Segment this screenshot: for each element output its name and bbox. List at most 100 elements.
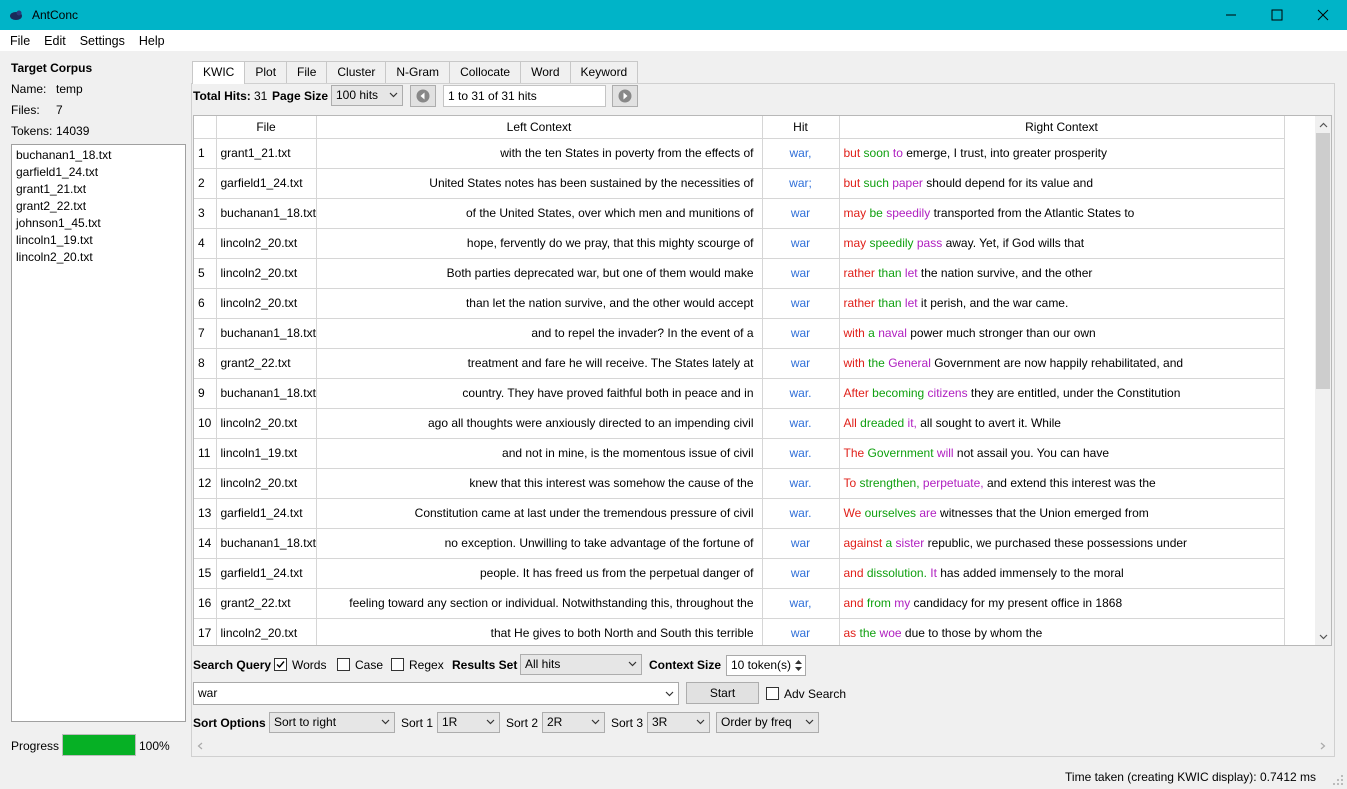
- tab-ngram[interactable]: N-Gram: [385, 61, 451, 83]
- context-size-spinner[interactable]: 10 token(s): [726, 655, 806, 676]
- next-page-button[interactable]: [612, 85, 638, 107]
- file-list-item[interactable]: lincoln2_20.txt: [16, 249, 181, 266]
- page-size-select[interactable]: 100 hits: [331, 85, 403, 106]
- right-context-token: strengthen,: [856, 476, 920, 490]
- adv-search-checkbox[interactable]: [766, 687, 779, 700]
- right-context-cell: with the General Government are now happ…: [839, 348, 1285, 379]
- file-list-item[interactable]: grant2_22.txt: [16, 198, 181, 215]
- table-row[interactable]: 8 grant2_22.txt treatment and fare he will…: [194, 348, 1285, 379]
- hit-range-field[interactable]: 1 to 31 of 31 hits: [443, 85, 606, 107]
- file-list-item[interactable]: buchanan1_18.txt: [16, 147, 181, 164]
- menu-file[interactable]: File: [0, 34, 37, 48]
- results-set-select[interactable]: All hits: [520, 654, 642, 675]
- search-query-input[interactable]: war: [193, 682, 679, 705]
- vertical-scrollbar[interactable]: [1315, 116, 1331, 645]
- right-context-token: emerge, I trust, into greater prosperity: [902, 146, 1107, 160]
- close-button[interactable]: [1300, 0, 1346, 30]
- file-list-item[interactable]: garfield1_24.txt: [16, 164, 181, 181]
- menu-edit[interactable]: Edit: [37, 34, 73, 48]
- start-button[interactable]: Start: [686, 682, 759, 704]
- window-title: AntConc: [32, 8, 79, 22]
- progress-fill: [63, 735, 135, 755]
- right-context-token: away. Yet, if God wills that: [942, 236, 1085, 250]
- row-number-cell: 10: [194, 408, 217, 439]
- table-row[interactable]: 15 garfield1_24.txt people. It has freed u…: [194, 558, 1285, 589]
- table-row[interactable]: 9 buchanan1_18.txt country. They have prov…: [194, 378, 1285, 409]
- table-row[interactable]: 11 lincoln1_19.txt and not in mine, is the…: [194, 438, 1285, 469]
- file-list-item[interactable]: lincoln1_19.txt: [16, 232, 181, 249]
- file-cell: lincoln2_20.txt: [216, 258, 317, 289]
- chevron-right-icon[interactable]: [1320, 742, 1326, 750]
- column-header-left-context[interactable]: Left Context: [316, 116, 763, 139]
- left-context-cell: of the United States, over which men and…: [316, 198, 763, 229]
- corpus-file-list[interactable]: buchanan1_18.txt garfield1_24.txt grant1…: [11, 144, 186, 722]
- scroll-thumb[interactable]: [1316, 133, 1330, 389]
- column-header-file[interactable]: File: [216, 116, 317, 139]
- right-context-token: Government: [864, 446, 934, 460]
- sort1-select[interactable]: 1R: [437, 712, 500, 733]
- regex-checkbox[interactable]: [391, 658, 404, 671]
- right-context-token: let: [901, 266, 918, 280]
- table-row[interactable]: 5 lincoln2_20.txt Both parties deprecated …: [194, 258, 1285, 289]
- table-row[interactable]: 6 lincoln2_20.txt than let the nation surv…: [194, 288, 1285, 319]
- table-row[interactable]: 13 garfield1_24.txt Constitution came at l…: [194, 498, 1285, 529]
- table-row[interactable]: 14 buchanan1_18.txt no exception. Unwillin…: [194, 528, 1285, 559]
- tab-kwic[interactable]: KWIC: [192, 61, 246, 84]
- right-context-token: should depend for its value and: [922, 176, 1094, 190]
- row-number-cell: 1: [194, 138, 217, 169]
- order-select[interactable]: Order by freq: [716, 712, 819, 733]
- tab-word[interactable]: Word: [520, 61, 571, 83]
- sort-mode-select[interactable]: Sort to right: [269, 712, 395, 733]
- minimize-button[interactable]: [1208, 0, 1254, 30]
- right-context-token: and: [843, 596, 864, 610]
- chevron-left-icon[interactable]: [197, 742, 203, 750]
- tab-collocate[interactable]: Collocate: [449, 61, 522, 83]
- status-bar: Time taken (creating KWIC display): 0.74…: [0, 766, 1347, 789]
- tab-file[interactable]: File: [286, 61, 328, 83]
- table-row[interactable]: 10 lincoln2_20.txt ago all thoughts were a…: [194, 408, 1285, 439]
- sort-mode-value: Sort to right: [274, 715, 337, 729]
- horizontal-scrollbar[interactable]: [193, 737, 1332, 754]
- prev-page-button[interactable]: [410, 85, 436, 107]
- chevron-down-icon: [1319, 634, 1327, 639]
- table-row[interactable]: 12 lincoln2_20.txt knew that this interest…: [194, 468, 1285, 499]
- resize-grip-icon[interactable]: [1332, 774, 1344, 786]
- menu-settings[interactable]: Settings: [73, 34, 132, 48]
- hit-cell: war.: [762, 378, 840, 409]
- tab-plot[interactable]: Plot: [244, 61, 288, 83]
- tab-keyword[interactable]: Keyword: [569, 61, 639, 83]
- table-row[interactable]: 3 buchanan1_18.txt of the United States, o…: [194, 198, 1285, 229]
- file-list-item[interactable]: johnson1_45.txt: [16, 215, 181, 232]
- right-context-token: witnesses that the Union emerged from: [936, 506, 1149, 520]
- words-checkbox[interactable]: [274, 658, 287, 671]
- sort3-select[interactable]: 3R: [647, 712, 710, 733]
- right-context-token: as: [843, 626, 857, 640]
- file-list-item[interactable]: grant1_21.txt: [16, 181, 181, 198]
- table-row[interactable]: 16 grant2_22.txt feeling toward any sectio…: [194, 588, 1285, 619]
- column-header-right-context[interactable]: Right Context: [839, 116, 1285, 139]
- table-row[interactable]: 17 lincoln2_20.txt that He gives to both N…: [194, 618, 1285, 645]
- corpus-title: Target Corpus: [11, 61, 93, 75]
- scroll-up-button[interactable]: [1315, 116, 1331, 133]
- table-row[interactable]: 2 garfield1_24.txt United States notes has…: [194, 168, 1285, 199]
- table-row[interactable]: 7 buchanan1_18.txt and to repel the invade…: [194, 318, 1285, 349]
- kwic-results-table[interactable]: File Left Context Hit Right Context 1 gra…: [193, 115, 1332, 646]
- hit-cell: war,: [762, 138, 840, 169]
- spinner-arrows-icon[interactable]: [794, 658, 803, 673]
- context-size-label: Context Size: [649, 658, 722, 672]
- table-row[interactable]: 4 lincoln2_20.txt hope, fervently do we pr…: [194, 228, 1285, 259]
- tab-cluster[interactable]: Cluster: [326, 61, 387, 83]
- sort2-select[interactable]: 2R: [542, 712, 605, 733]
- column-header-hit[interactable]: Hit: [762, 116, 840, 139]
- scroll-down-button[interactable]: [1315, 628, 1331, 645]
- hit-cell: war,: [762, 588, 840, 619]
- row-number-cell: 5: [194, 258, 217, 289]
- right-context-cell: We ourselves are witnesses that the Unio…: [839, 498, 1285, 529]
- case-checkbox[interactable]: [337, 658, 350, 671]
- table-row[interactable]: 1 grant1_21.txt with the ten States in pov…: [194, 138, 1285, 169]
- right-context-cell: and from my candidacy for my present off…: [839, 588, 1285, 619]
- menu-help[interactable]: Help: [132, 34, 172, 48]
- hit-cell: war: [762, 348, 840, 379]
- right-context-token: speedily: [882, 206, 931, 220]
- maximize-button[interactable]: [1254, 0, 1300, 30]
